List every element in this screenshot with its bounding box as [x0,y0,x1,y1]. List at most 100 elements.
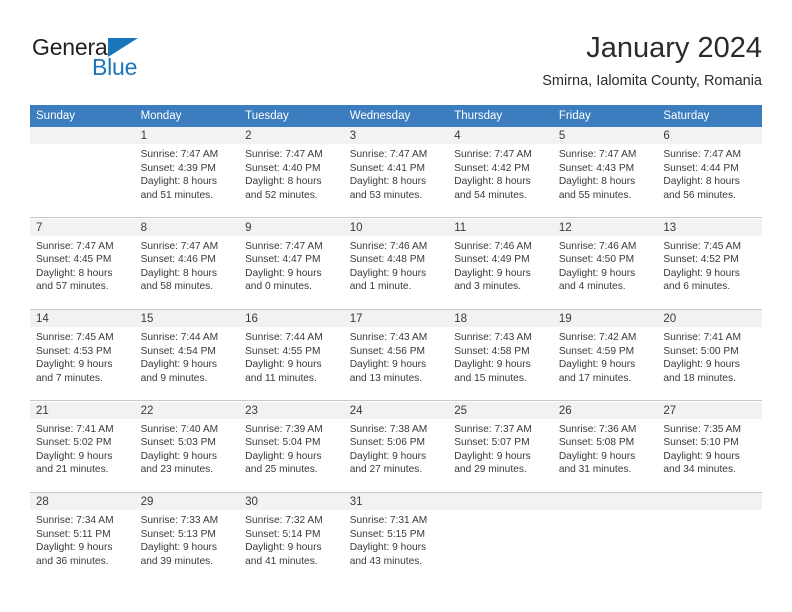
day-details: Sunrise: 7:44 AM Sunset: 4:55 PM Daylight:… [239,327,344,385]
day-cell-inner: 7 Sunrise: 7:47 AM Sunset: 4:45 PM Daylight… [30,218,135,309]
calendar-day-cell-empty [657,493,762,583]
calendar-day-cell[interactable]: 28 Sunrise: 7:34 AM Sunset: 5:11 PM Dayligh… [30,493,135,583]
sunrise-time: Sunrise: 7:38 AM [349,423,428,435]
calendar-day-cell-empty [30,127,135,218]
calendar-day-cell[interactable]: 23 Sunrise: 7:39 AM Sunset: 5:04 PM Dayligh… [239,401,344,492]
weekday-header-tuesday: Tuesday [239,105,344,127]
day-cell-inner: 27 Sunrise: 7:35 AM Sunset: 5:10 PM Dayligh… [657,401,762,492]
daylight-duration-line1: Daylight: 9 hours [140,450,218,462]
calendar-day-cell[interactable]: 30 Sunrise: 7:32 AM Sunset: 5:14 PM Dayligh… [239,493,344,583]
day-cell-inner: 24 Sunrise: 7:38 AM Sunset: 5:06 PM Dayligh… [343,401,449,492]
calendar-day-cell[interactable]: 7 Sunrise: 7:47 AM Sunset: 4:45 PM Daylight… [30,218,135,309]
sunset-time: Sunset: 5:15 PM [349,528,426,540]
daylight-duration-line1: Daylight: 9 hours [454,267,531,279]
sunrise-time: Sunrise: 7:45 AM [36,332,114,343]
sunrise-time: Sunrise: 7:31 AM [349,515,428,526]
sunrise-time: Sunrise: 7:47 AM [454,149,532,160]
calendar-day-cell[interactable]: 11 Sunrise: 7:46 AM Sunset: 4:49 PM Dayligh… [448,218,553,309]
calendar-day-cell[interactable]: 19 Sunrise: 7:42 AM Sunset: 4:59 PM Dayligh… [552,310,658,401]
day-number: 13 [657,218,762,236]
sunrise-time: Sunrise: 7:43 AM [349,332,428,343]
sunrise-time: Sunrise: 7:32 AM [245,515,323,526]
day-cell-inner: 26 Sunrise: 7:36 AM Sunset: 5:08 PM Dayligh… [552,401,658,492]
day-details: Sunrise: 7:47 AM Sunset: 4:47 PM Daylight:… [239,236,344,294]
sunrise-time: Sunrise: 7:33 AM [140,515,219,526]
daylight-duration-line2: and 11 minutes. [245,372,317,384]
calendar-day-cell[interactable]: 20 Sunrise: 7:41 AM Sunset: 5:00 PM Dayligh… [657,310,762,401]
page-title: January 2024 [586,32,762,64]
sunrise-time: Sunrise: 7:39 AM [245,423,323,435]
calendar-day-cell[interactable]: 2 Sunrise: 7:47 AM Sunset: 4:40 PM Daylight… [239,127,344,218]
calendar-day-cell[interactable]: 25 Sunrise: 7:37 AM Sunset: 5:07 PM Dayligh… [448,401,553,492]
daylight-duration-line2: and 39 minutes. [140,555,214,567]
daylight-duration-line2: and 56 minutes. [663,189,736,201]
calendar-day-cell[interactable]: 16 Sunrise: 7:44 AM Sunset: 4:55 PM Dayligh… [239,310,344,401]
day-details: Sunrise: 7:39 AM Sunset: 5:04 PM Daylight:… [239,419,344,477]
calendar-week-row: 7 Sunrise: 7:47 AM Sunset: 4:45 PM Daylight… [30,218,762,309]
daylight-duration-line2: and 34 minutes. [663,464,736,476]
calendar-day-cell[interactable]: 15 Sunrise: 7:44 AM Sunset: 4:54 PM Dayligh… [134,310,240,401]
day-number: 5 [552,127,658,144]
daylight-duration-line1: Daylight: 9 hours [245,542,322,554]
calendar-day-cell-empty [552,493,658,583]
sunset-time: Sunset: 4:58 PM [454,345,530,357]
day-number: 11 [448,218,553,236]
calendar-day-cell[interactable]: 4 Sunrise: 7:47 AM Sunset: 4:42 PM Daylight… [448,127,553,218]
calendar-day-cell[interactable]: 26 Sunrise: 7:36 AM Sunset: 5:08 PM Dayligh… [552,401,658,492]
daylight-duration-line1: Daylight: 9 hours [36,542,113,554]
daylight-duration-line2: and 15 minutes. [454,372,527,384]
calendar-day-cell[interactable]: 27 Sunrise: 7:35 AM Sunset: 5:10 PM Dayligh… [657,401,762,492]
daylight-duration-line1: Daylight: 9 hours [36,359,113,371]
daylight-duration-line1: Daylight: 9 hours [349,542,427,554]
sunrise-time: Sunrise: 7:47 AM [349,149,428,160]
daylight-duration-line1: Daylight: 8 hours [349,176,427,188]
sunset-time: Sunset: 4:52 PM [663,254,739,266]
day-details: Sunrise: 7:47 AM Sunset: 4:40 PM Daylight:… [239,144,344,202]
calendar-day-cell[interactable]: 5 Sunrise: 7:47 AM Sunset: 4:43 PM Daylight… [552,127,658,218]
sunset-time: Sunset: 4:42 PM [454,162,530,174]
calendar-day-cell[interactable]: 8 Sunrise: 7:47 AM Sunset: 4:46 PM Daylight… [134,218,240,309]
day-number [552,493,658,510]
calendar-week-row: 21 Sunrise: 7:41 AM Sunset: 5:02 PM Dayligh… [30,401,762,492]
calendar-day-cell[interactable]: 18 Sunrise: 7:43 AM Sunset: 4:58 PM Dayligh… [448,310,553,401]
calendar-day-cell[interactable]: 31 Sunrise: 7:31 AM Sunset: 5:15 PM Dayligh… [343,493,449,583]
sunset-time: Sunset: 4:54 PM [140,345,216,357]
daylight-duration-line1: Daylight: 9 hours [454,359,531,371]
day-cell-inner: 8 Sunrise: 7:47 AM Sunset: 4:46 PM Daylight… [134,218,240,309]
page-header: General Blue January 2024 Smirna, Ialomi… [30,30,762,98]
day-cell-inner: 18 Sunrise: 7:43 AM Sunset: 4:58 PM Dayligh… [448,310,553,400]
calendar-day-cell[interactable]: 10 Sunrise: 7:46 AM Sunset: 4:48 PM Dayligh… [343,218,449,309]
daylight-duration-line1: Daylight: 8 hours [663,176,740,188]
calendar-day-cell[interactable]: 29 Sunrise: 7:33 AM Sunset: 5:13 PM Dayligh… [134,493,240,583]
daylight-duration-line1: Daylight: 9 hours [36,450,113,462]
day-number [657,493,762,510]
daylight-duration-line1: Daylight: 9 hours [245,359,322,371]
sunrise-time: Sunrise: 7:40 AM [140,423,219,435]
day-cell-inner: 2 Sunrise: 7:47 AM Sunset: 4:40 PM Daylight… [239,127,344,217]
sunrise-time: Sunrise: 7:35 AM [663,423,741,435]
day-details: Sunrise: 7:47 AM Sunset: 4:43 PM Daylight:… [553,144,658,202]
weekday-header-monday: Monday [134,105,240,127]
calendar-day-cell[interactable]: 22 Sunrise: 7:40 AM Sunset: 5:03 PM Dayligh… [134,401,240,492]
calendar-day-cell[interactable]: 12 Sunrise: 7:46 AM Sunset: 4:50 PM Dayligh… [552,218,658,309]
calendar-day-cell[interactable]: 9 Sunrise: 7:47 AM Sunset: 4:47 PM Daylight… [239,218,344,309]
calendar-day-cell[interactable]: 14 Sunrise: 7:45 AM Sunset: 4:53 PM Dayligh… [30,310,135,401]
calendar-day-cell[interactable]: 17 Sunrise: 7:43 AM Sunset: 4:56 PM Dayligh… [343,310,449,401]
day-details: Sunrise: 7:34 AM Sunset: 5:11 PM Daylight:… [30,510,135,568]
calendar-day-cell[interactable]: 21 Sunrise: 7:41 AM Sunset: 5:02 PM Dayligh… [30,401,135,492]
day-details: Sunrise: 7:41 AM Sunset: 5:02 PM Daylight:… [30,419,135,477]
sunset-time: Sunset: 5:10 PM [663,437,739,449]
day-number: 10 [343,218,449,236]
daylight-duration-line1: Daylight: 8 hours [140,176,218,188]
sunrise-time: Sunrise: 7:47 AM [245,240,323,252]
calendar-day-cell[interactable]: 24 Sunrise: 7:38 AM Sunset: 5:06 PM Dayligh… [343,401,449,492]
calendar-day-cell[interactable]: 13 Sunrise: 7:45 AM Sunset: 4:52 PM Dayligh… [657,218,762,309]
day-cell-inner: 5 Sunrise: 7:47 AM Sunset: 4:43 PM Daylight… [552,127,658,217]
day-number: 7 [30,218,135,236]
calendar-day-cell[interactable]: 3 Sunrise: 7:47 AM Sunset: 4:41 PM Daylight… [343,127,449,218]
calendar-day-cell[interactable]: 6 Sunrise: 7:47 AM Sunset: 4:44 PM Daylight… [657,127,762,218]
day-cell-inner [657,493,762,583]
day-number: 21 [30,401,135,419]
calendar-day-cell[interactable]: 1 Sunrise: 7:47 AM Sunset: 4:39 PM Daylight… [134,127,240,218]
page-subtitle: Smirna, Ialomita County, Romania [542,73,762,89]
